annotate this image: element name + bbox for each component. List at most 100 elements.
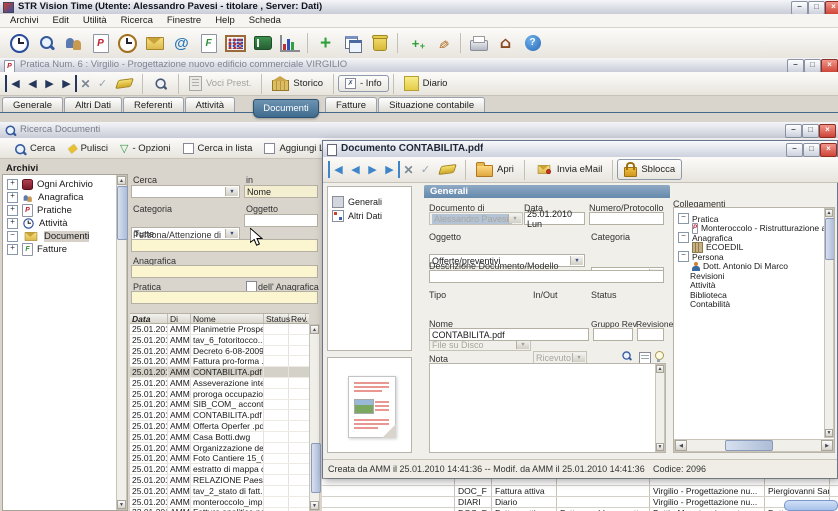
chevron-down-icon[interactable] — [225, 229, 238, 238]
nav-item-generali[interactable]: Generali — [328, 195, 411, 209]
chevron-down-icon[interactable] — [225, 187, 238, 196]
table-row[interactable]: 25.01.2010AMMSIB_COM_ acconto... — [130, 400, 309, 411]
collapse-icon[interactable]: − — [678, 251, 689, 262]
table-row[interactable]: 25.01.2010AMMestratto di mappa c... — [130, 464, 309, 475]
expand-icon[interactable]: + — [7, 244, 18, 255]
cerca-button[interactable]: Cerca — [6, 139, 61, 157]
pulisci-button[interactable]: ◆Pulisci — [61, 139, 114, 157]
tab-referenti[interactable]: Referenti — [123, 97, 184, 113]
abacus-icon[interactable] — [223, 31, 248, 56]
close-button[interactable]: × — [825, 1, 838, 15]
table-row[interactable]: DOC_FFattura attivaVirgilio - Progettazi… — [322, 486, 838, 497]
first-record-icon[interactable]: ◀ — [328, 161, 347, 178]
minimize-button[interactable]: – — [791, 1, 808, 15]
add-multi-icon[interactable]: + — [403, 31, 428, 56]
tab-attivita[interactable]: Attività — [185, 97, 236, 113]
tree-item-monteroccolo[interactable]: PMonteroccolo - Ristrutturazione agritu — [674, 224, 834, 234]
confirm-icon[interactable]: ✓ — [417, 161, 434, 178]
collapse-icon[interactable]: − — [7, 231, 18, 242]
numero-protocollo-field[interactable] — [589, 212, 664, 225]
chevron-down-icon[interactable] — [570, 256, 583, 265]
tab-altri-dati[interactable]: Altri Dati — [64, 97, 122, 113]
column-status[interactable]: Status — [264, 314, 289, 323]
tree-item-pratica[interactable]: −Pratica — [674, 214, 834, 224]
table-row[interactable]: 22.01.2010AMMFattura analitica.pdf — [130, 508, 309, 511]
revisione-field[interactable] — [637, 328, 664, 341]
nota-lightbulb-icon[interactable] — [655, 351, 664, 363]
pratica-restore-button[interactable]: □ — [804, 59, 821, 73]
pratica-search-icon[interactable] — [148, 71, 173, 96]
table-row[interactable]: 25.01.2010AMMPlanimetrie Prospet... — [130, 324, 309, 335]
pratica-close-button[interactable]: × — [821, 59, 838, 73]
pratica-minimize-button[interactable]: – — [787, 59, 804, 73]
scroll-thumb[interactable] — [825, 218, 835, 260]
invia-email-button[interactable]: Invia eMail — [529, 161, 608, 178]
menu-edit[interactable]: Edit — [47, 15, 75, 26]
expand-icon[interactable]: + — [7, 205, 18, 216]
scroll-down-icon[interactable]: ▼ — [656, 443, 664, 451]
oggetto-field[interactable] — [244, 214, 318, 227]
scroll-up-icon[interactable]: ▲ — [117, 176, 126, 185]
expand-icon[interactable]: + — [7, 192, 18, 203]
table-row[interactable]: 25.01.2010AMMCONTABILITA.pdf — [130, 367, 309, 378]
tree-item-ogni-archivio[interactable]: +Ogni Archivio — [3, 178, 127, 191]
voci-prest-button[interactable]: Voci Prest. — [183, 74, 257, 93]
scroll-up-icon[interactable]: ▲ — [310, 325, 319, 334]
collegamenti-vscrollbar[interactable]: ▲ ▼ — [824, 208, 834, 438]
menu-ricerca[interactable]: Ricerca — [115, 15, 159, 26]
prev-record-icon[interactable]: ◀ — [347, 161, 364, 178]
persona-field[interactable] — [131, 239, 318, 252]
cancel-icon[interactable]: ✕ — [400, 161, 417, 178]
info-toggle-button[interactable]: ✗- Info — [338, 75, 389, 92]
delete-icon[interactable] — [367, 31, 392, 56]
table-row[interactable]: 25.01.2010AMMRELAZIONE Paesist... — [130, 475, 309, 486]
dialog-restore-button[interactable]: □ — [803, 143, 820, 157]
expand-icon[interactable]: + — [7, 218, 18, 229]
cerca-combo[interactable] — [131, 185, 240, 198]
scroll-down-icon[interactable]: ▼ — [117, 500, 126, 509]
nota-scrollbar[interactable]: ▲ ▼ — [655, 364, 665, 452]
restore-button[interactable]: □ — [808, 1, 825, 15]
clock-icon[interactable] — [7, 31, 32, 56]
ricerca-restore-button[interactable]: □ — [802, 124, 819, 138]
column-nome[interactable]: Nome — [191, 314, 264, 323]
table-row[interactable]: 25.01.2010AMMCasa Botti.dwg — [130, 432, 309, 443]
eraser-icon[interactable] — [435, 157, 460, 182]
table-row[interactable]: 25.01.2010AMMtav_6_fotoritocco.... — [130, 335, 309, 346]
add-icon[interactable]: + — [313, 31, 338, 56]
eraser-icon[interactable] — [112, 71, 137, 96]
confirm-icon[interactable]: ✓ — [94, 75, 111, 92]
table-row[interactable]: 25.01.2010AMMFattura pro-forma ... — [130, 356, 309, 367]
menu-utilita[interactable]: Utilità — [77, 15, 113, 26]
ricerca-minimize-button[interactable]: – — [785, 124, 802, 138]
table-row[interactable]: 25.01.2010AMMmonteroccolo_impi... — [130, 497, 309, 508]
table-row[interactable]: 25.01.2010AMMAsseverazione inte... — [130, 378, 309, 389]
descrizione-field[interactable] — [429, 270, 664, 283]
table-scrollbar[interactable]: ▲ ▼ — [309, 324, 320, 511]
nota-search-icon[interactable] — [621, 350, 633, 364]
diario-button[interactable]: Diario — [398, 74, 454, 93]
dialog-minimize-button[interactable]: – — [786, 143, 803, 157]
apri-button[interactable]: Apri — [470, 160, 520, 179]
scroll-up-icon[interactable]: ▲ — [825, 209, 833, 217]
ricerca-close-button[interactable]: × — [819, 124, 836, 138]
tree-item-attivita[interactable]: Attività — [674, 281, 834, 291]
sblocca-button[interactable]: Sblocca — [617, 159, 682, 180]
contacts-icon[interactable] — [61, 31, 86, 56]
table-row[interactable]: 25.01.2010AMMDecreto 6-08-2009... — [130, 346, 309, 357]
table-row[interactable]: 25.01.2010AMMtav_2_stato di fatt... — [130, 486, 309, 497]
email-at-icon[interactable]: @ — [169, 31, 194, 56]
next-record-icon[interactable]: ▶ — [364, 161, 381, 178]
in-field[interactable]: Nome — [244, 185, 318, 198]
table-row[interactable]: 25.01.2010AMMproroga occupazio... — [130, 389, 309, 400]
table-row[interactable]: 25.01.2010AMMFoto Cantiere 15_0... — [130, 454, 309, 465]
dialog-close-button[interactable]: × — [820, 143, 837, 157]
column-rev[interactable]: Rev. — [289, 314, 306, 323]
help-icon[interactable]: ? — [520, 31, 545, 56]
scroll-thumb[interactable] — [725, 440, 773, 451]
opzioni-button[interactable]: ▽- Opzioni — [114, 141, 176, 156]
fatture-icon[interactable]: F — [196, 31, 221, 56]
nav-item-altri-dati[interactable]: Altri Dati — [328, 209, 411, 223]
collegamenti-hscrollbar[interactable]: ◀ ▶ — [674, 439, 834, 452]
prev-record-icon[interactable]: ◀ — [24, 75, 41, 92]
